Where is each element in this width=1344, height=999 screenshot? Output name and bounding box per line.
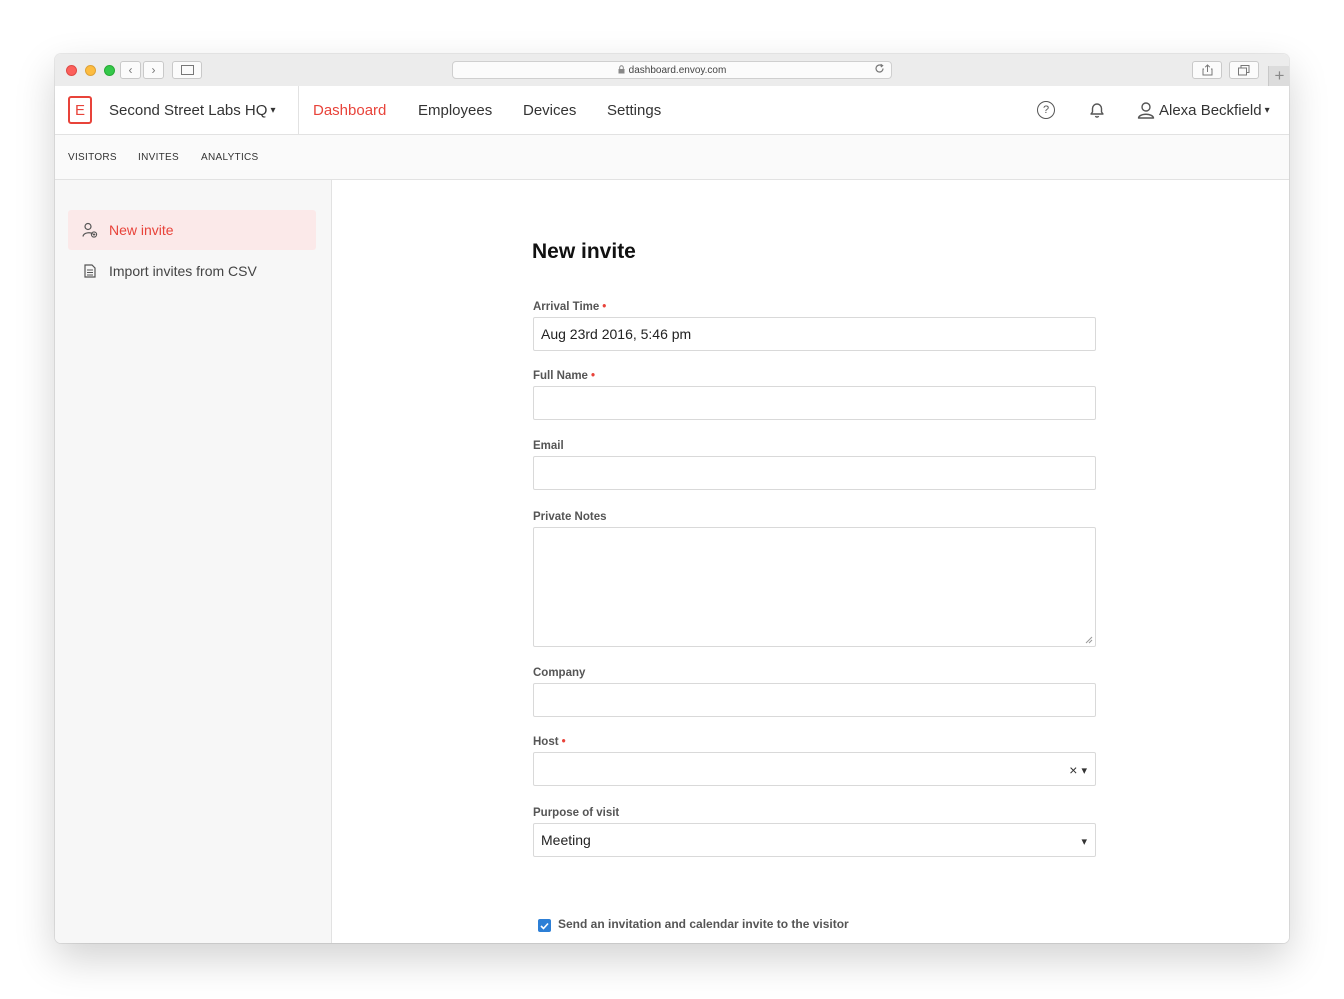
send-invite-checkbox[interactable] xyxy=(538,919,551,932)
private-notes-label: Private Notes xyxy=(533,511,607,523)
main-content: New invite Arrival Time • Aug 23rd 2016, … xyxy=(332,180,1289,943)
help-icon[interactable]: ? xyxy=(1037,101,1055,119)
required-marker: • xyxy=(590,370,595,382)
dropdown-arrow-icon[interactable]: ▾ xyxy=(1081,835,1087,848)
lock-icon xyxy=(618,64,625,76)
host-select[interactable]: × ▾ xyxy=(533,752,1096,786)
document-icon xyxy=(82,264,98,278)
minimize-window-button[interactable] xyxy=(85,65,96,76)
email-field[interactable] xyxy=(533,456,1096,490)
chevron-right-icon: › xyxy=(151,63,156,77)
user-name: Alexa Beckfield xyxy=(1159,101,1262,119)
nav-divider xyxy=(298,86,299,134)
nav-devices[interactable]: Devices xyxy=(523,86,576,134)
url-text: dashboard.envoy.com xyxy=(628,64,727,76)
address-bar[interactable]: dashboard.envoy.com xyxy=(452,61,892,79)
email-label: Email xyxy=(533,440,564,452)
caret-down-icon: ▾ xyxy=(1264,104,1270,116)
nav-dashboard[interactable]: Dashboard xyxy=(313,86,386,134)
purpose-select[interactable]: Meeting ▾ xyxy=(533,823,1096,857)
nav-settings[interactable]: Settings xyxy=(607,86,661,134)
sidebar-toggle-button[interactable] xyxy=(172,61,202,79)
user-menu[interactable]: Alexa Beckfield ▾ xyxy=(1137,86,1270,134)
user-icon xyxy=(1137,102,1155,119)
subnav-invites[interactable]: INVITES xyxy=(138,135,179,179)
page-title: New invite xyxy=(532,240,636,263)
new-tab-button[interactable]: + xyxy=(1268,66,1289,86)
location-name: Second Street Labs HQ xyxy=(109,101,268,119)
reload-icon[interactable] xyxy=(874,63,885,77)
clear-icon[interactable]: × xyxy=(1069,762,1077,778)
arrival-time-label: Arrival Time • xyxy=(533,301,607,313)
purpose-value: Meeting xyxy=(541,832,591,848)
sidebar-item-label: Import invites from CSV xyxy=(109,263,257,279)
full-name-label: Full Name • xyxy=(533,370,595,382)
arrival-time-field[interactable]: Aug 23rd 2016, 5:46 pm xyxy=(533,317,1096,351)
tabs-icon xyxy=(1238,64,1250,75)
share-button[interactable] xyxy=(1192,61,1222,79)
sidebar-item-label: New invite xyxy=(109,222,174,238)
chevron-left-icon: ‹ xyxy=(128,63,133,77)
full-name-field[interactable] xyxy=(533,386,1096,420)
company-label: Company xyxy=(533,667,586,679)
required-marker: • xyxy=(602,301,607,313)
required-marker: • xyxy=(561,736,566,748)
location-switcher[interactable]: Second Street Labs HQ ▾ xyxy=(109,86,275,134)
private-notes-textarea[interactable] xyxy=(533,527,1096,647)
checkmark-icon xyxy=(540,922,549,930)
browser-window: ‹ › dashboard.envoy.com + E Second Stree… xyxy=(55,54,1289,943)
dropdown-arrow-icon[interactable]: ▾ xyxy=(1081,764,1087,777)
tabs-button[interactable] xyxy=(1229,61,1259,79)
send-invite-label[interactable]: Send an invitation and calendar invite t… xyxy=(558,917,849,931)
subnav-analytics[interactable]: ANALYTICS xyxy=(201,135,259,179)
bell-icon[interactable] xyxy=(1087,100,1107,120)
resize-grip-icon[interactable] xyxy=(1085,636,1093,644)
close-window-button[interactable] xyxy=(66,65,77,76)
nav-employees[interactable]: Employees xyxy=(418,86,492,134)
top-navigation: E Second Street Labs HQ ▾ Dashboard Empl… xyxy=(55,86,1289,135)
sidebar-item-new-invite[interactable]: New invite xyxy=(68,210,316,250)
back-button[interactable]: ‹ xyxy=(120,61,141,79)
add-person-icon xyxy=(82,222,98,238)
share-icon xyxy=(1202,64,1212,76)
sidebar: New invite Import invites from CSV xyxy=(55,180,332,943)
browser-titlebar: ‹ › dashboard.envoy.com + xyxy=(55,54,1289,87)
caret-down-icon: ▾ xyxy=(270,104,276,116)
sidebar-item-import-csv[interactable]: Import invites from CSV xyxy=(68,251,316,291)
company-field[interactable] xyxy=(533,683,1096,717)
purpose-label: Purpose of visit xyxy=(533,807,620,819)
sidebar-icon xyxy=(180,65,194,75)
subnav-visitors[interactable]: VISITORS xyxy=(68,135,117,179)
host-label: Host • xyxy=(533,736,566,748)
forward-button[interactable]: › xyxy=(143,61,164,79)
envoy-logo[interactable]: E xyxy=(68,96,92,124)
sub-navigation: VISITORS INVITES ANALYTICS xyxy=(55,135,1289,180)
zoom-window-button[interactable] xyxy=(104,65,115,76)
